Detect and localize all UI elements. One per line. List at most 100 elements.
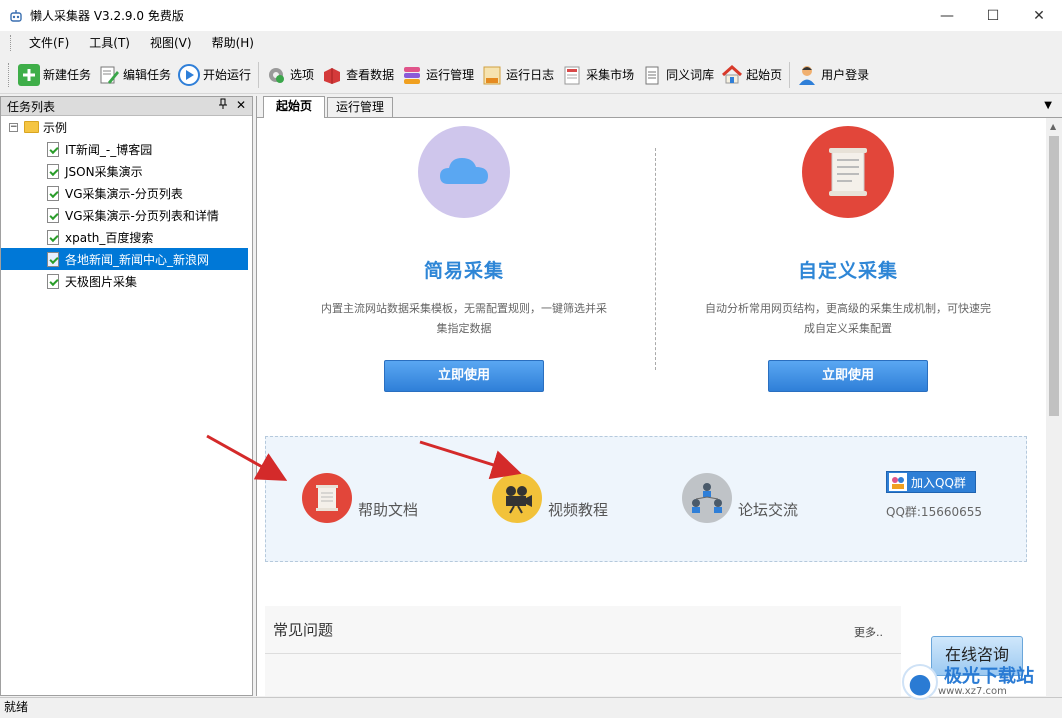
task-checklist-icon [47,273,59,289]
tree-item-selected[interactable]: 各地新闻_新闻中心_新浪网 [1,248,248,270]
user-login-button[interactable]: 用户登录 [793,60,873,90]
faq-more-link[interactable]: 更多.. [854,624,883,640]
main-panel: 起始页 运行管理 ▼ 简易采集 内置主流网站数据采集模板，无需配置规则，一键筛选… [256,96,1062,696]
run-manage-button[interactable]: 运行管理 [398,60,478,90]
toolbar: 新建任务 编辑任务 开始运行 选项 查看数据 运行管理 运行日志 采集市场 同义… [0,56,1062,94]
minimize-button[interactable]: — [924,0,970,31]
pin-icon[interactable] [218,98,228,113]
start-run-button[interactable]: 开始运行 [175,60,255,90]
options-button[interactable]: 选项 [262,60,318,90]
scrollbar-thumb[interactable] [1049,136,1059,416]
help-docs-label: 帮助文档 [358,500,419,519]
toolbar-grip [8,62,11,87]
edit-task-button[interactable]: 编辑任务 [95,60,175,90]
tree-item-label: 各地新闻_新闻中心_新浪网 [65,252,210,267]
plus-icon [18,63,40,86]
tree-item[interactable]: IT新闻_-_博客园 [1,138,252,160]
tab-run-manage[interactable]: 运行管理 [327,97,394,117]
tree-item[interactable]: 天极图片采集 [1,270,252,292]
custom-collect-card: 自定义采集 自动分析常用网页结构，更高级的采集生成机制，可快速完成自定义采集配置… [653,118,1043,392]
tree-item[interactable]: JSON采集演示 [1,160,252,182]
task-checklist-icon [47,229,59,245]
task-checklist-icon [47,141,59,157]
home-icon [721,64,743,86]
tree-item-label: xpath_百度搜索 [65,230,154,245]
video-camera-icon [492,473,542,523]
new-task-label: 新建任务 [43,68,92,82]
tree-item-label: JSON采集演示 [65,164,143,179]
menu-file[interactable]: 文件(F) [19,31,79,55]
help-doc-icon [302,473,352,523]
panel-close-button[interactable]: ✕ [236,98,246,113]
tree-item-label: VG采集演示-分页列表 [65,186,183,201]
qq-group-number: QQ群:15660655 [886,505,983,519]
window-title: 懒人采集器 V3.2.9.0 免费版 [30,9,184,23]
start-run-label: 开始运行 [203,68,252,82]
task-tree: − 示例 IT新闻_-_博客园 JSON采集演示 VG采集演示-分页列表 VG采… [1,116,252,292]
tree-item[interactable]: xpath_百度搜索 [1,226,252,248]
watermark-name: 极光下载站 [944,665,1034,687]
faq-section: 常见问题 更多.. [265,606,901,696]
video-tutorial-label: 视频教程 [548,500,609,519]
task-checklist-icon [47,207,59,223]
faq-title: 常见问题 [273,621,334,639]
help-docs-link[interactable]: 帮助文档 [302,473,418,523]
edit-task-label: 编辑任务 [123,68,172,82]
maximize-button[interactable]: ☐ [970,0,1016,31]
vertical-scrollbar[interactable]: ▲ [1046,118,1062,696]
status-bar: 就绪 [0,697,1062,718]
custom-collect-desc: 自动分析常用网页结构，更高级的采集生成机制，可快速完成自定义采集配置 [705,302,991,335]
folder-icon [24,121,39,133]
tab-dropdown-icon[interactable]: ▼ [1044,100,1052,111]
tree-root-examples[interactable]: − 示例 [1,116,252,138]
toolbar-separator [258,61,260,88]
simple-collect-title: 简易采集 [423,260,504,282]
close-button[interactable]: ✕ [1016,0,1062,31]
cloud-icon [418,126,510,218]
scroll-up-icon[interactable]: ▲ [1050,122,1056,131]
view-data-button[interactable]: 查看数据 [318,60,398,90]
custom-use-button[interactable]: 立即使用 [768,360,928,392]
start-page-content: 简易采集 内置主流网站数据采集模板，无需配置规则，一键筛选并采集指定数据 立即使… [257,118,1047,696]
task-checklist-icon [47,251,59,267]
qq-group-icon [889,473,907,491]
market-button[interactable]: 采集市场 [558,60,638,90]
menu-tools[interactable]: 工具(T) [79,31,140,55]
new-task-button[interactable]: 新建任务 [15,60,95,90]
user-login-label: 用户登录 [821,68,870,82]
run-log-label: 运行日志 [506,68,555,82]
synonyms-button[interactable]: 同义词库 [638,60,718,90]
synonyms-label: 同义词库 [666,68,715,82]
tree-item[interactable]: VG采集演示-分页列表 [1,182,252,204]
forum-label: 论坛交流 [738,500,799,519]
watermark-url: www.xz7.com [938,685,1007,697]
title-bar: 懒人采集器 V3.2.9.0 免费版 — ☐ ✕ [0,0,1062,31]
tab-start-page[interactable]: 起始页 [263,96,326,118]
join-qq-group-button[interactable]: 加入QQ群 [886,471,976,493]
tree-item-label: IT新闻_-_博客园 [65,142,153,157]
simple-use-button[interactable]: 立即使用 [384,360,544,392]
menu-grip [10,35,13,51]
menu-view[interactable]: 视图(V) [140,31,202,55]
task-checklist-icon [47,185,59,201]
data-box-icon [321,64,343,86]
log-icon [481,64,503,86]
market-label: 采集市场 [586,68,635,82]
market-doc-icon [561,64,583,86]
edit-icon [98,64,120,86]
collapse-icon[interactable]: − [9,122,18,132]
start-page-label: 起始页 [746,68,783,82]
task-list-title: 任务列表 [7,99,56,114]
start-page-button[interactable]: 起始页 [718,60,786,90]
simple-collect-card: 简易采集 内置主流网站数据采集模板，无需配置规则，一键筛选并采集指定数据 立即使… [269,118,659,392]
video-tutorial-link[interactable]: 视频教程 [492,473,608,523]
tree-item[interactable]: VG采集演示-分页列表和详情 [1,204,252,226]
play-icon [178,63,201,86]
stack-icon [401,64,423,86]
run-log-button[interactable]: 运行日志 [478,60,558,90]
menu-help[interactable]: 帮助(H) [202,31,264,55]
user-icon [796,64,818,86]
task-checklist-icon [47,163,59,179]
tab-strip: 起始页 运行管理 ▼ [257,96,1062,118]
forum-link[interactable]: 论坛交流 [682,473,798,523]
